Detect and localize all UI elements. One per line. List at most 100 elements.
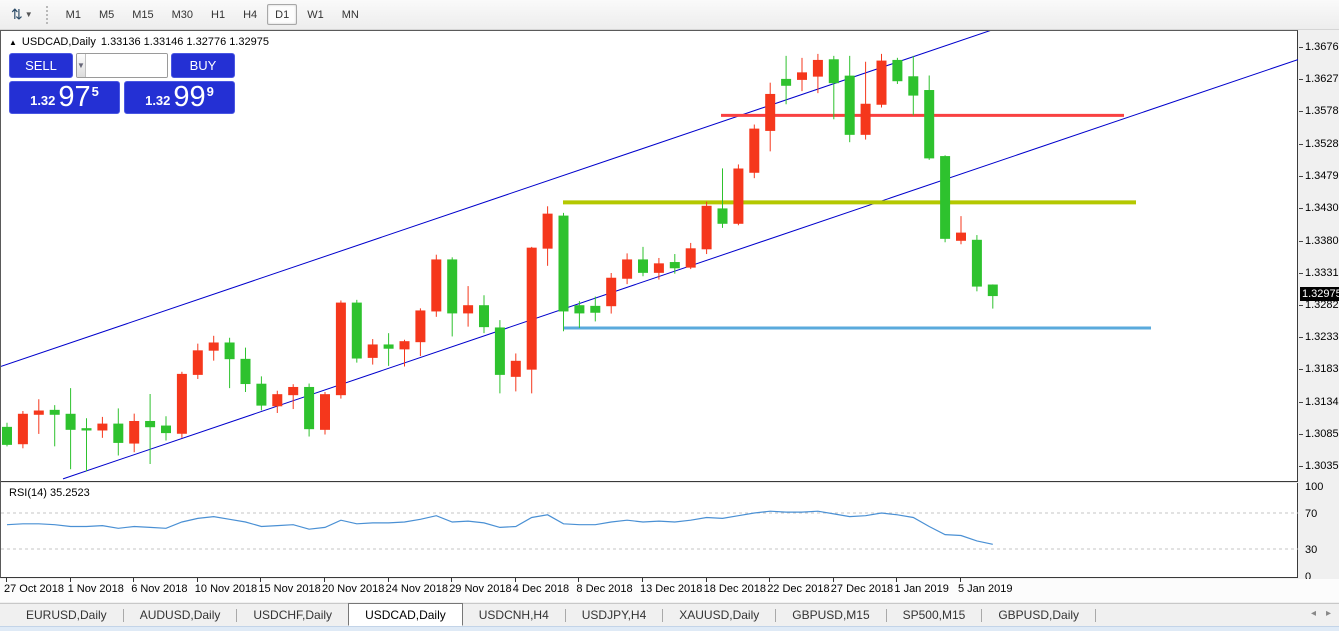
date-axis-label: 1 Nov 2018 xyxy=(68,583,124,595)
collapse-panel-icon[interactable]: ▲ xyxy=(9,38,17,47)
price-axis-tick xyxy=(1299,208,1303,209)
rsi-indicator-label: RSI(14) 35.2523 xyxy=(9,487,90,499)
symbol-tab-xauusd[interactable]: XAUUSD,Daily xyxy=(663,604,775,626)
date-axis-tick xyxy=(324,578,325,582)
date-axis-tick xyxy=(769,578,770,582)
price-axis-tick xyxy=(1299,111,1303,112)
volume-decrease-button[interactable]: ▼ xyxy=(77,54,86,77)
timeframe-buttons: M1M5M15M30H1H4D1W1MN xyxy=(57,4,368,25)
price-axis-label: 1.35280 xyxy=(1305,138,1339,150)
price-axis-label: 1.30350 xyxy=(1305,460,1339,472)
chart-symbol-label: USDCAD,Daily xyxy=(22,36,96,48)
date-axis-tick xyxy=(642,578,643,582)
date-axis-label: 5 Jan 2019 xyxy=(958,583,1012,595)
sell-price-pip: 5 xyxy=(92,84,99,99)
buy-button[interactable]: BUY xyxy=(171,53,235,78)
price-axis-label: 1.33800 xyxy=(1305,235,1339,247)
date-axis[interactable]: 27 Oct 20181 Nov 20186 Nov 201810 Nov 20… xyxy=(0,579,1339,602)
symbol-tab-usdjpy[interactable]: USDJPY,H4 xyxy=(566,604,662,626)
sell-price-quote[interactable]: 1.32 97 5 xyxy=(9,81,120,114)
date-axis-tick xyxy=(260,578,261,582)
timeframe-toolbar: ⇅ ▼ M1M5M15M30H1H4D1W1MN xyxy=(0,0,1339,30)
price-axis-tick xyxy=(1299,402,1303,403)
symbol-tab-eurusd[interactable]: EURUSD,Daily xyxy=(10,604,123,626)
ohlc-open: 1.33136 xyxy=(101,36,141,48)
date-axis-label: 4 Dec 2018 xyxy=(513,583,569,595)
symbol-tab-sp500[interactable]: SP500,M15 xyxy=(887,604,982,626)
price-axis-tick xyxy=(1299,241,1303,242)
date-axis-tick xyxy=(197,578,198,582)
symbol-tabbar: EURUSD,DailyAUDUSD,DailyUSDCHF,DailyUSDC… xyxy=(0,603,1339,626)
ohlc-high: 1.33146 xyxy=(144,36,184,48)
date-axis-tick xyxy=(451,578,452,582)
buy-price-pip: 9 xyxy=(207,84,214,99)
price-axis-tick xyxy=(1299,273,1303,274)
date-axis-label: 27 Oct 2018 xyxy=(4,583,64,595)
date-axis-label: 29 Nov 2018 xyxy=(449,583,511,595)
date-axis-tick xyxy=(388,578,389,582)
rsi-line xyxy=(7,511,993,544)
date-axis-label: 1 Jan 2019 xyxy=(894,583,948,595)
tab-scroll-left-icon[interactable]: ◂ xyxy=(1311,608,1316,619)
price-axis-label: 1.32330 xyxy=(1305,331,1339,343)
price-axis-label: 1.31340 xyxy=(1305,396,1339,408)
date-axis-label: 15 Nov 2018 xyxy=(258,583,320,595)
price-axis-label: 1.30850 xyxy=(1305,428,1339,440)
volume-stepper: ▼ ▲ xyxy=(76,53,168,78)
symbol-tab-audusd[interactable]: AUDUSD,Daily xyxy=(124,604,237,626)
timeframe-button-w1[interactable]: W1 xyxy=(299,4,332,25)
date-axis-label: 18 Dec 2018 xyxy=(704,583,766,595)
timeframe-button-m15[interactable]: M15 xyxy=(124,4,161,25)
chevron-down-icon: ▼ xyxy=(25,10,33,19)
indicator-splitter[interactable] xyxy=(1,481,1298,483)
buy-price-quote[interactable]: 1.32 99 9 xyxy=(124,81,235,114)
price-axis-tick xyxy=(1299,434,1303,435)
rsi-name: RSI(14) xyxy=(9,487,47,499)
price-axis-tick xyxy=(1299,144,1303,145)
price-axis-label: 1.34790 xyxy=(1305,170,1339,182)
swap-arrows-icon: ⇅ xyxy=(11,6,23,23)
volume-input[interactable] xyxy=(86,54,168,77)
date-axis-tick xyxy=(960,578,961,582)
tab-scroll-right-icon[interactable]: ▸ xyxy=(1326,608,1331,619)
current-price-tag: 1.32975 xyxy=(1300,287,1339,301)
ohlc-close: 1.32975 xyxy=(229,36,269,48)
sell-price-main: 97 xyxy=(58,84,90,111)
date-axis-label: 22 Dec 2018 xyxy=(767,583,829,595)
price-axis-label: 1.34300 xyxy=(1305,202,1339,214)
symbol-tab-gbpusd[interactable]: GBPUSD,M15 xyxy=(776,604,885,626)
date-axis-label: 20 Nov 2018 xyxy=(322,583,384,595)
price-axis-tick xyxy=(1299,79,1303,80)
chart-ohlc-header: ▲ USDCAD,Daily 1.33136 1.33146 1.32776 1… xyxy=(9,36,269,48)
symbol-tab-usdcad[interactable]: USDCAD,Daily xyxy=(348,603,463,626)
price-axis-tick xyxy=(1299,47,1303,48)
timeframe-button-h4[interactable]: H4 xyxy=(235,4,265,25)
date-axis-label: 10 Nov 2018 xyxy=(195,583,257,595)
symbol-tab-gbpusd[interactable]: GBPUSD,Daily xyxy=(982,604,1095,626)
chart-arrange-button[interactable]: ⇅ ▼ xyxy=(6,3,38,26)
price-axis-tick xyxy=(1299,466,1303,467)
date-axis-label: 13 Dec 2018 xyxy=(640,583,702,595)
timeframe-button-m1[interactable]: M1 xyxy=(58,4,89,25)
symbol-tab-usdcnh[interactable]: USDCNH,H4 xyxy=(463,604,565,626)
date-axis-tick xyxy=(133,578,134,582)
toolbar-grip[interactable] xyxy=(46,6,51,24)
chart-panel[interactable]: ▲ USDCAD,Daily 1.33136 1.33146 1.32776 1… xyxy=(0,30,1298,578)
sell-button[interactable]: SELL xyxy=(9,53,73,78)
sell-price-prefix: 1.32 xyxy=(30,93,55,108)
symbol-tab-usdchf[interactable]: USDCHF,Daily xyxy=(237,604,348,626)
date-axis-label: 8 Dec 2018 xyxy=(576,583,632,595)
price-axis[interactable]: 1.367601.362701.357801.352801.347901.343… xyxy=(1299,30,1339,578)
tab-separator xyxy=(1095,609,1096,622)
price-axis-label: 1.36760 xyxy=(1305,41,1339,53)
price-axis-label: 1.33310 xyxy=(1305,267,1339,279)
timeframe-button-mn[interactable]: MN xyxy=(334,4,367,25)
timeframe-button-m5[interactable]: M5 xyxy=(91,4,122,25)
price-axis-label: 1.31830 xyxy=(1305,363,1339,375)
date-axis-label: 27 Dec 2018 xyxy=(831,583,893,595)
date-axis-tick xyxy=(6,578,7,582)
timeframe-button-h1[interactable]: H1 xyxy=(203,4,233,25)
timeframe-button-d1[interactable]: D1 xyxy=(267,4,297,25)
date-axis-tick xyxy=(896,578,897,582)
timeframe-button-m30[interactable]: M30 xyxy=(164,4,201,25)
